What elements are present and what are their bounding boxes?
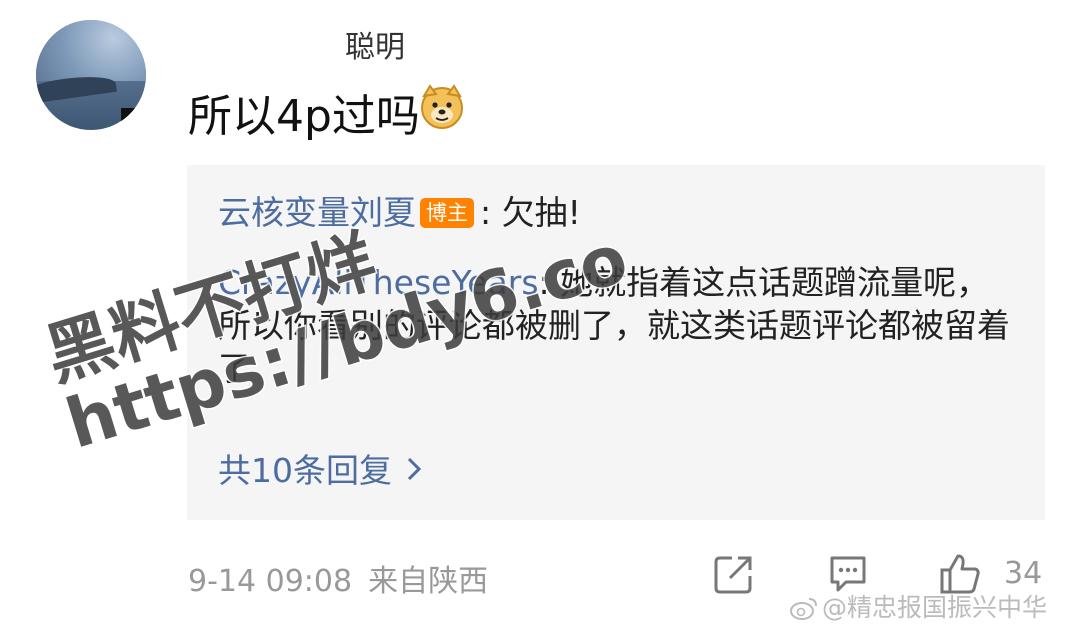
avatar-sky bbox=[36, 20, 146, 81]
timestamp: 9-14 09:08 bbox=[188, 564, 353, 599]
like-count: 34 bbox=[1004, 556, 1043, 591]
view-more-replies-link[interactable]: 共10条回复 bbox=[218, 444, 422, 492]
comment-text: 所以4p过吗 bbox=[188, 91, 420, 142]
doge-icon bbox=[421, 84, 463, 129]
chevron-right-icon bbox=[407, 457, 422, 481]
corner-watermark: @精忠报国振兴中华 bbox=[790, 588, 1047, 624]
view-more-label: 共10条回复 bbox=[218, 451, 392, 490]
corner-watermark-text: @精忠报国振兴中华 bbox=[822, 593, 1048, 622]
weibo-comment-screenshot: 聪明 所以4p过吗 云核变量刘夏 博主: 欠抽! CrazyAllTheseYea… bbox=[0, 0, 1080, 626]
username[interactable]: 聪明 bbox=[345, 22, 405, 66]
comment-meta: 9-14 09:08 来自陕西 bbox=[188, 556, 488, 600]
share-icon[interactable] bbox=[712, 552, 756, 596]
location: 来自陕西 bbox=[368, 564, 489, 599]
weibo-logo-icon bbox=[790, 598, 817, 620]
username-redaction bbox=[150, 20, 350, 78]
avatar-censor-block bbox=[121, 108, 146, 130]
avatar[interactable] bbox=[36, 20, 146, 130]
